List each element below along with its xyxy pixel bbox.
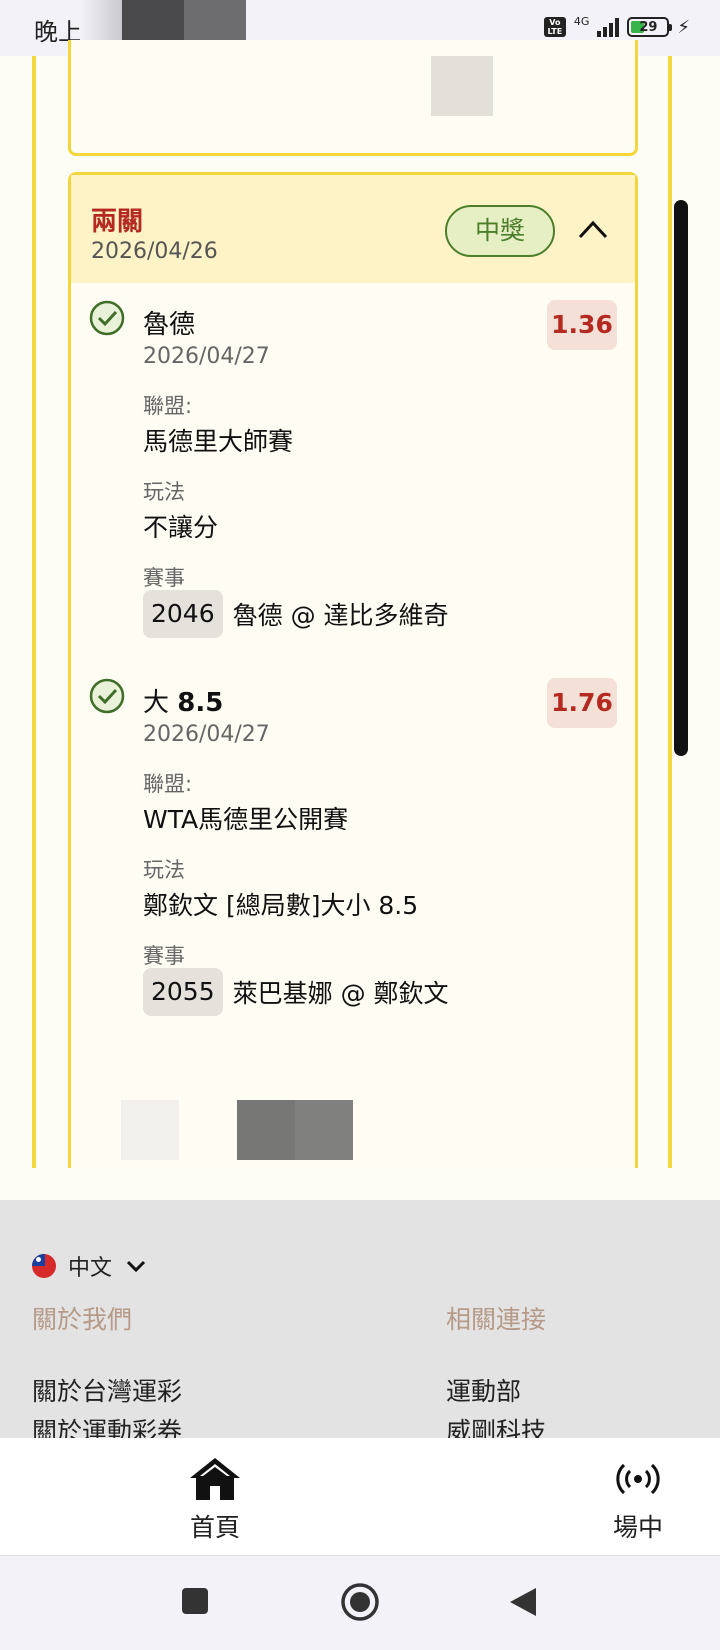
league-label: 聯盟: <box>143 772 193 796</box>
game-number: 2055 <box>143 968 223 1016</box>
network-type: 4G <box>573 14 590 28</box>
odds-badge: 1.76 <box>547 678 617 728</box>
odds-badge: 1.36 <box>547 300 617 350</box>
recent-apps-icon[interactable] <box>180 1586 210 1616</box>
market-label: 玩法 <box>143 858 185 882</box>
bet-type: 兩關 <box>91 207 144 237</box>
check-circle-icon <box>89 678 125 714</box>
bet-date: 2026/04/26 <box>91 239 218 264</box>
redacted-area <box>237 1100 295 1160</box>
content-fade <box>0 1168 720 1202</box>
footer-heading-about: 關於我們 <box>32 1305 133 1334</box>
selection-date: 2026/04/27 <box>143 344 270 369</box>
game-info: 2046 魯德 @ 達比多維奇 <box>143 590 449 638</box>
league-label: 聯盟: <box>143 394 193 418</box>
home-icon <box>190 1458 240 1500</box>
redacted-area <box>295 1100 353 1160</box>
nav-home[interactable]: 首頁 <box>155 1456 275 1544</box>
chevron-up-icon[interactable] <box>577 213 609 245</box>
battery-level: 29 <box>639 19 658 35</box>
previous-bet-card <box>68 40 638 156</box>
game-label: 賽事 <box>143 566 185 590</box>
container-border-left <box>32 56 36 1168</box>
market-value: 鄭欽文 [總局數]大小 8.5 <box>143 891 419 920</box>
volte-icon: Vo LTE <box>543 17 566 37</box>
battery-icon: 29 <box>627 17 673 37</box>
container-border-right <box>668 56 672 1168</box>
footer-link[interactable]: 關於台灣運彩 <box>32 1372 182 1408</box>
redacted-area <box>431 56 493 116</box>
nav-home-label: 首頁 <box>189 1513 240 1542</box>
bet-card-header[interactable]: 兩關 2026/04/26 中獎 <box>71 175 635 283</box>
selection-name: 魯德 <box>143 310 196 340</box>
game-info: 2055 萊巴基娜 @ 鄭欽文 <box>143 968 449 1016</box>
broadcast-icon <box>616 1463 660 1495</box>
market-label: 玩法 <box>143 480 185 504</box>
selection-date: 2026/04/27 <box>143 722 270 747</box>
site-footer: 中文 關於我們 相關連接 關於台灣運彩 關於運動彩券 運動部 威剛科技 <box>0 1200 720 1446</box>
game-matchup: 萊巴基娜 @ 鄭欽文 <box>232 979 449 1008</box>
scrollbar[interactable] <box>674 200 688 756</box>
taiwan-flag-icon <box>32 1254 56 1278</box>
language-label: 中文 <box>68 1256 113 1281</box>
status-badge: 中獎 <box>445 205 555 257</box>
game-matchup: 魯德 @ 達比多維奇 <box>232 601 449 630</box>
selection-name: 大 8.5 <box>143 688 224 718</box>
market-value: 不讓分 <box>143 513 219 542</box>
footer-heading-links: 相關連接 <box>446 1305 547 1334</box>
league-value: WTA馬德里公開賽 <box>143 805 349 834</box>
league-value: 馬德里大師賽 <box>143 427 294 456</box>
chevron-down-icon <box>126 1260 146 1273</box>
nav-live-label: 場中 <box>612 1513 663 1542</box>
game-label: 賽事 <box>143 944 185 968</box>
back-icon[interactable] <box>508 1586 538 1618</box>
bottom-nav: 首頁 場中 <box>0 1438 720 1556</box>
signal-icon <box>597 17 620 37</box>
redacted-area <box>121 1100 179 1160</box>
home-button-icon[interactable] <box>340 1582 380 1622</box>
charging-icon: ⚡ <box>677 16 690 38</box>
check-circle-icon <box>89 300 125 336</box>
status-icons: Vo LTE 4G 29 ⚡ <box>543 14 690 40</box>
language-selector[interactable]: 中文 <box>32 1250 148 1282</box>
footer-link[interactable]: 運動部 <box>446 1372 521 1408</box>
game-number: 2046 <box>143 590 223 638</box>
system-nav-bar <box>0 1556 720 1650</box>
bet-card: 兩關 2026/04/26 中獎 魯德 1.36 2026/04/27 聯盟: … <box>68 172 638 1172</box>
nav-live[interactable]: 場中 <box>578 1456 698 1544</box>
